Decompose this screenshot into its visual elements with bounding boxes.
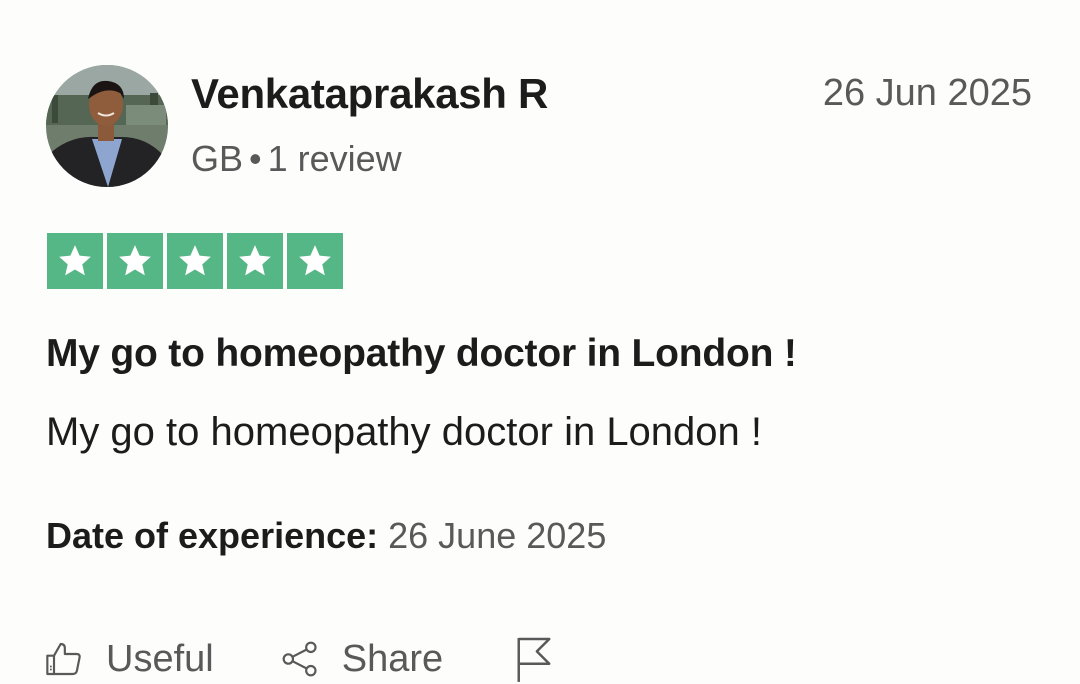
review-title: My go to homeopathy doctor in London ! bbox=[46, 332, 797, 375]
star-3 bbox=[167, 233, 223, 289]
star-rating bbox=[47, 233, 343, 289]
flag-icon bbox=[517, 637, 551, 682]
star-icon bbox=[59, 245, 91, 276]
star-icon bbox=[239, 245, 271, 276]
reviewer-country: GB bbox=[191, 138, 244, 179]
star-2 bbox=[107, 233, 163, 289]
reviewer-meta: GB • 1 review bbox=[191, 138, 402, 180]
star-5 bbox=[287, 233, 343, 289]
reviewer-review-count[interactable]: 1 review bbox=[268, 138, 402, 179]
reviewer-name[interactable]: Venkataprakash R bbox=[191, 70, 548, 118]
thumbs-up-icon bbox=[46, 642, 81, 676]
meta-separator: • bbox=[249, 138, 262, 179]
share-label: Share bbox=[341, 637, 444, 680]
share-icon bbox=[282, 641, 317, 677]
star-icon bbox=[119, 245, 151, 276]
review-body: My go to homeopathy doctor in London ! bbox=[46, 410, 763, 454]
report-button[interactable] bbox=[513, 636, 555, 682]
avatar-photo bbox=[46, 65, 168, 187]
star-4 bbox=[227, 233, 283, 289]
date-of-experience: Date of experience: 26 June 2025 bbox=[46, 515, 606, 557]
experience-date: 26 June 2025 bbox=[388, 515, 607, 556]
review-actions: Useful Share bbox=[44, 634, 555, 684]
avatar[interactable] bbox=[46, 65, 168, 187]
star-1 bbox=[47, 233, 103, 289]
useful-button[interactable]: Useful bbox=[44, 638, 214, 681]
review-date: 26 Jun 2025 bbox=[822, 72, 1032, 114]
star-icon bbox=[179, 245, 211, 276]
experience-label: Date of experience: bbox=[46, 515, 379, 556]
useful-label: Useful bbox=[106, 637, 214, 680]
star-icon bbox=[299, 245, 331, 276]
share-button[interactable]: Share bbox=[280, 638, 443, 681]
